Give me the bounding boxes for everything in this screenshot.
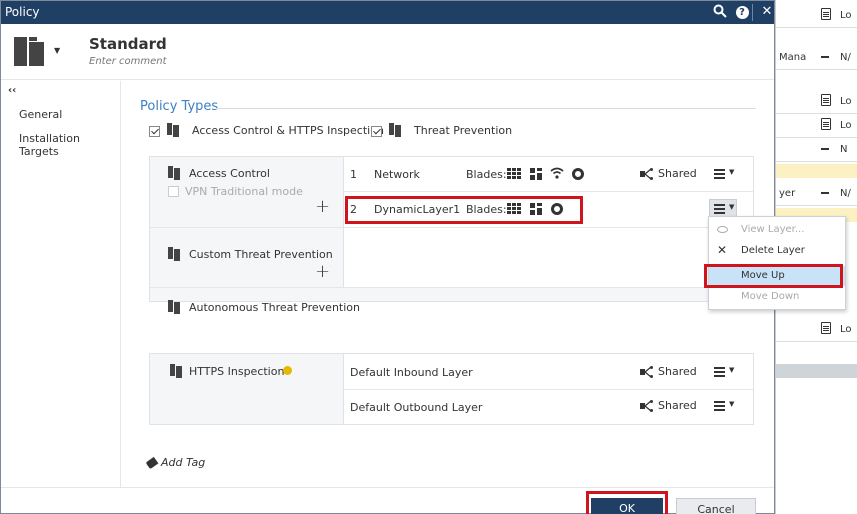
- layer-name-outbound[interactable]: Default Outbound Layer: [350, 401, 482, 414]
- layer-menu-button-active[interactable]: ▼: [709, 199, 737, 217]
- doc-icon: [821, 322, 831, 334]
- custom-tp-icon: [168, 247, 182, 261]
- sidebar-item-installation-targets[interactable]: Installation Targets: [19, 132, 120, 158]
- title-separator: [752, 4, 753, 21]
- menu-item-delete-layer[interactable]: ✕ Delete Layer: [709, 241, 845, 261]
- search-icon[interactable]: [712, 4, 728, 20]
- main-content: Policy Types Access Control & HTTPS Insp…: [122, 81, 774, 487]
- layer-index: 1: [350, 168, 357, 181]
- eye-icon: [717, 226, 728, 233]
- mobile-access-icon: [550, 167, 564, 179]
- highlight-ok-button: [586, 491, 668, 514]
- policy-types-title: Policy Types: [140, 99, 219, 114]
- shared-label: Shared: [658, 365, 697, 378]
- cancel-button[interactable]: Cancel: [676, 498, 756, 514]
- access-control-https-checkbox[interactable]: [149, 126, 160, 137]
- vpn-mode-label: VPN Traditional mode: [185, 185, 303, 198]
- tag-icon: [145, 456, 159, 470]
- applications-icon: [530, 168, 542, 180]
- sidebar: ‹‹ General Installation Targets: [1, 81, 121, 487]
- bg-row: N: [776, 138, 857, 162]
- threat-prevention-checkbox[interactable]: [371, 126, 382, 137]
- autonomous-tp-icon: [168, 300, 182, 314]
- highlight-dynamiclayer1: [345, 196, 583, 224]
- layer-menu-button[interactable]: ▼: [710, 397, 738, 415]
- help-icon[interactable]: ?: [734, 4, 750, 20]
- dash-icon: [821, 148, 829, 150]
- bg-row: Lo: [776, 90, 857, 114]
- https-inspection-label: HTTPS Inspection: [189, 365, 285, 378]
- lightbulb-icon: [283, 366, 292, 375]
- bg-row: Mana N/: [776, 46, 857, 70]
- window-title: Policy: [5, 5, 40, 19]
- custom-tp-label: Custom Threat Prevention: [189, 248, 333, 261]
- title-bar: Policy ? ✕: [1, 1, 774, 24]
- row-divider: [150, 287, 753, 288]
- shared-icon: [640, 366, 654, 378]
- layer-context-menu: View Layer... ✕ Delete Layer Move Up Mov…: [708, 216, 846, 310]
- collapse-sidebar-icon[interactable]: ‹‹: [8, 85, 16, 96]
- shared-icon: [640, 400, 654, 412]
- bg-row: Lo: [776, 114, 857, 138]
- access-control-icon: [167, 123, 181, 137]
- bg-gray-row: [776, 364, 857, 378]
- row-divider: [344, 389, 753, 390]
- threat-prevention-label: Threat Prevention: [414, 124, 513, 137]
- firewall-icon: [507, 168, 521, 180]
- add-layer-button[interactable]: +: [315, 196, 330, 217]
- sidebar-item-general[interactable]: General: [19, 108, 62, 121]
- policy-icon[interactable]: [12, 34, 48, 68]
- doc-icon: [821, 8, 831, 20]
- layer-name-network[interactable]: Network: [374, 168, 420, 181]
- layer-menu-button[interactable]: ▼: [710, 165, 738, 183]
- access-control-https-label: Access Control & HTTPS Inspection: [192, 124, 384, 137]
- autonomous-tp-label: Autonomous Threat Prevention: [189, 301, 360, 314]
- doc-icon: [821, 118, 831, 130]
- policy-header: ▼ Standard Enter comment: [1, 24, 774, 80]
- access-control-layer-icon: [168, 166, 182, 180]
- layer-name-inbound[interactable]: Default Inbound Layer: [350, 366, 473, 379]
- bg-row: Lo: [776, 318, 857, 342]
- blades-label: Blades:: [466, 168, 507, 181]
- row-divider: [344, 191, 753, 192]
- access-control-label: Access Control: [189, 167, 270, 180]
- highlight-move-up: [704, 264, 843, 288]
- menu-item-view-layer[interactable]: View Layer...: [709, 220, 845, 240]
- shared-icon: [640, 168, 654, 180]
- dash-icon: [821, 56, 829, 58]
- custom-tp-layers: [343, 228, 753, 287]
- menu-item-move-down[interactable]: Move Down: [709, 287, 845, 307]
- https-inspection-icon: [170, 364, 184, 378]
- vpn-mode-checkbox[interactable]: [168, 186, 179, 197]
- policy-name[interactable]: Standard: [89, 35, 167, 53]
- bg-row: Lo: [776, 4, 857, 28]
- close-icon[interactable]: ✕: [759, 4, 775, 20]
- add-tag-link[interactable]: Add Tag: [161, 456, 205, 469]
- threat-prevention-icon: [389, 123, 403, 137]
- shared-label: Shared: [658, 399, 697, 412]
- layer-menu-button[interactable]: ▼: [710, 363, 738, 381]
- policy-dialog: Policy ? ✕ ▼ Standard Enter comment ‹‹ G…: [0, 0, 775, 514]
- add-tp-layer-button[interactable]: +: [315, 261, 330, 282]
- comment-field[interactable]: Enter comment: [89, 56, 167, 67]
- close-icon: ✕: [717, 243, 728, 257]
- bg-yellow-row: [776, 164, 857, 178]
- doc-icon: [821, 94, 831, 106]
- bg-row: yer N/: [776, 182, 857, 206]
- shared-label: Shared: [658, 167, 697, 180]
- section-divider: [216, 108, 756, 109]
- chevron-down-icon[interactable]: ▼: [54, 46, 60, 55]
- content-awareness-icon: [572, 168, 584, 180]
- dash-icon: [821, 192, 829, 194]
